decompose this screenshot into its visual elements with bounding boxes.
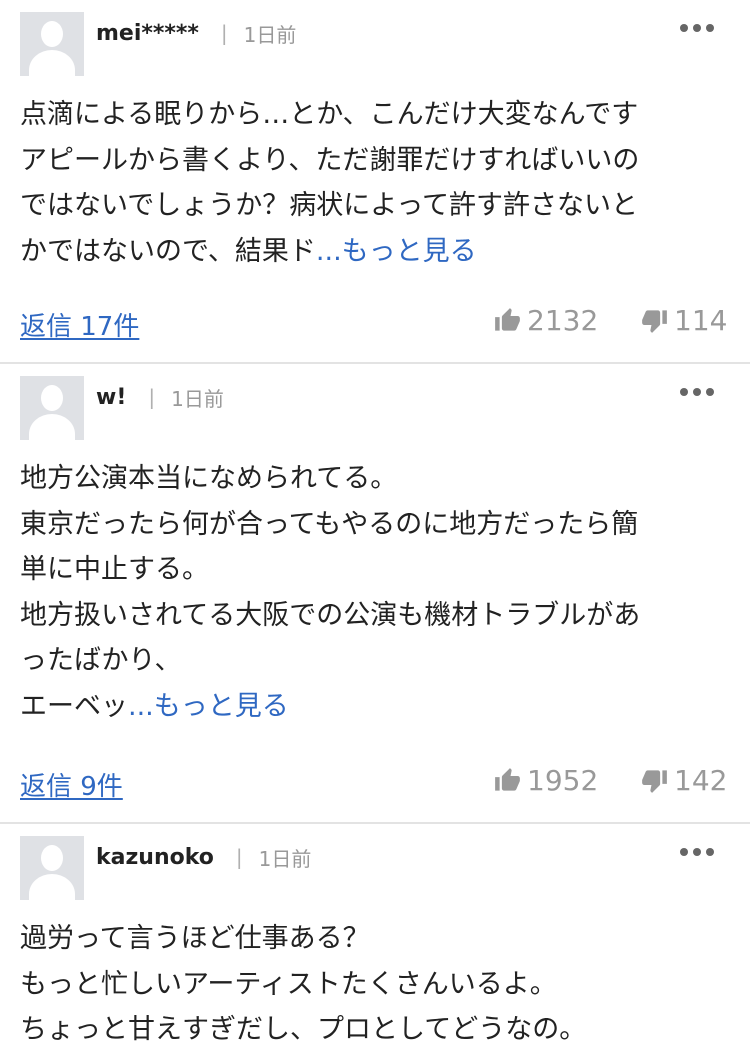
more-options-icon[interactable]	[680, 848, 714, 856]
user-avatar[interactable]	[20, 376, 84, 440]
post-time: 1日前	[243, 22, 297, 47]
user-avatar[interactable]	[20, 836, 84, 900]
comment-line: 単に中止する。	[20, 554, 209, 585]
username[interactable]: kazunoko	[96, 845, 214, 870]
comment-line: ちょっと甘えすぎだし、プロとしてどうなの。	[20, 1014, 587, 1045]
post-time: 1日前	[258, 846, 312, 871]
comment-text: 地方公演本当になめられてる。 東京だったら何が合ってもやるのに地方だったら簡 単…	[20, 456, 720, 729]
comment-line: もっと忙しいアーティストたくさんいるよ。	[20, 968, 557, 1000]
comment-meta: w! | 1日前	[96, 382, 224, 412]
dislike-button[interactable]: 114	[641, 304, 727, 337]
like-count: 1952	[527, 764, 599, 797]
comment-line: 過労って言うほど仕事ある？	[20, 923, 370, 954]
comment-meta: mei***** | 1日前	[96, 18, 296, 48]
thumbs-down-icon	[642, 310, 667, 333]
more-options-icon[interactable]	[680, 24, 714, 32]
like-button[interactable]: 1952	[494, 764, 598, 797]
replies-link[interactable]: 返信 9件	[20, 766, 123, 803]
comment-line: 点滴による眠りから…とか、こんだけ大変なんです	[20, 99, 639, 130]
comment-line: 地方公演本当になめられてる。	[20, 463, 398, 494]
meta-separator: |	[148, 385, 156, 409]
comment-line: ではないでしょうか？病状によって許す許さないと	[20, 190, 639, 221]
comment-line: アピールから書くより、ただ謝罪だけすればいいの	[20, 144, 640, 176]
meta-separator: |	[235, 845, 243, 869]
username[interactable]: w!	[96, 385, 126, 410]
comment-item: kazunoko | 1日前 過労って言うほど仕事ある？ もっと忙しいアーティス…	[0, 824, 750, 1047]
comment-text: 点滴による眠りから…とか、こんだけ大変なんです アピールから書くより、ただ謝罪だ…	[20, 92, 720, 274]
more-options-icon[interactable]	[680, 388, 714, 396]
replies-link[interactable]: 返信 17件	[20, 306, 139, 343]
comment-line: 東京だったら何が合ってもやるのに地方だったら簡	[20, 508, 639, 540]
comment-line: エーベッ	[20, 690, 128, 722]
comment-line: 地方扱いされてる大阪での公演も機材トラブルがあ	[20, 599, 641, 631]
post-time: 1日前	[171, 386, 224, 411]
username[interactable]: mei*****	[96, 21, 199, 46]
see-more-link[interactable]: ...もっと見る	[128, 691, 289, 722]
like-count: 2132	[527, 304, 599, 337]
comment-line: ったばかり、	[20, 645, 182, 676]
dislike-button[interactable]: 142	[641, 764, 727, 797]
thumbs-down-icon	[642, 770, 667, 793]
comment-item: w! | 1日前 地方公演本当になめられてる。 東京だったら何が合ってもやるのに…	[0, 364, 750, 824]
see-more-link[interactable]: ...もっと見る	[316, 236, 477, 267]
comment-text: 過労って言うほど仕事ある？ もっと忙しいアーティストたくさんいるよ。 ちょっと甘…	[20, 916, 720, 1053]
thumbs-up-icon	[495, 768, 520, 791]
meta-separator: |	[220, 21, 228, 45]
comment-item: mei***** | 1日前 点滴による眠りから…とか、こんだけ大変なんです ア…	[0, 0, 750, 364]
thumbs-up-icon	[495, 308, 520, 331]
comment-line: かではないので、結果ド	[20, 235, 316, 267]
user-avatar[interactable]	[20, 12, 84, 76]
like-button[interactable]: 2132	[494, 304, 598, 337]
dislike-count: 114	[674, 304, 728, 337]
dislike-count: 142	[674, 764, 728, 797]
comment-meta: kazunoko | 1日前	[96, 842, 311, 872]
